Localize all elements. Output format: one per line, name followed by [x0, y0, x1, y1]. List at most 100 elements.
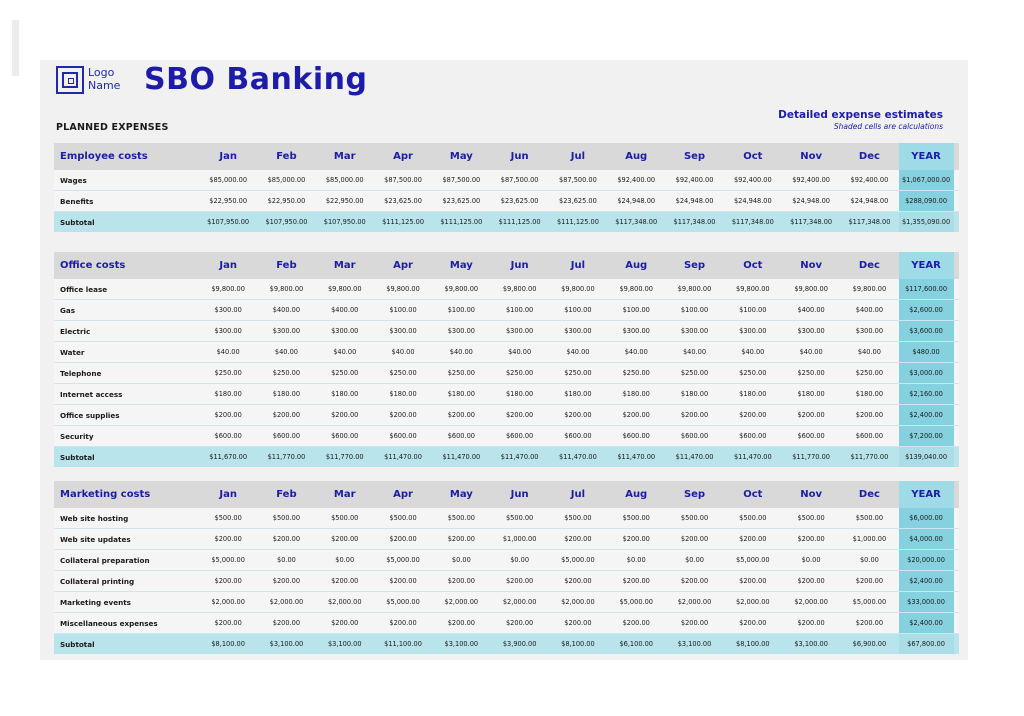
value-cell: $0.00 — [451, 556, 471, 564]
table-row: Collateral preparation $5,000.00 $0.00 $0.0… — [54, 550, 959, 571]
value-cell: $200.00 — [389, 411, 417, 419]
section-title: Employee costs — [60, 151, 148, 162]
value-cell: $87,500.00 — [559, 176, 597, 184]
value-cell: $200.00 — [739, 577, 767, 585]
value-cell: $2,000.00 — [211, 598, 245, 606]
value-cell: $9,800.00 — [736, 285, 770, 293]
value-cell: $250.00 — [680, 369, 709, 377]
value-cell: $180.00 — [622, 390, 650, 398]
value-cell: $200.00 — [331, 535, 359, 543]
value-cell: $100.00 — [680, 306, 709, 314]
value-cell: $200.00 — [564, 535, 592, 543]
value-cell: $180.00 — [389, 390, 417, 398]
value-cell: $200.00 — [389, 535, 417, 543]
value-cell: $400.00 — [855, 306, 884, 314]
value-cell: $85,000.00 — [325, 176, 364, 184]
value-cell: $11,100.00 — [384, 640, 422, 648]
year-total-cell: $117,600.00 — [898, 279, 954, 299]
year-column-header: YEAR — [898, 143, 954, 170]
row-label: Water — [60, 347, 85, 357]
value-cell: $180.00 — [331, 390, 359, 398]
expense-section: Marketing costs Jan Feb Mar Apr May Jun Jul Aug S… — [54, 481, 959, 654]
value-cell: $23,625.00 — [500, 197, 539, 205]
header: Logo Name SBO Banking — [56, 62, 956, 104]
month-header: Jun — [510, 489, 529, 500]
value-cell: $250.00 — [622, 369, 650, 377]
value-cell: $11,670.00 — [209, 453, 248, 461]
value-cell: $400.00 — [797, 306, 825, 314]
value-cell: $600.00 — [447, 432, 475, 440]
value-cell: $24,948.00 — [850, 197, 889, 205]
value-cell: $200.00 — [389, 619, 417, 627]
value-cell: $23,625.00 — [559, 197, 597, 205]
value-cell: $0.00 — [335, 556, 355, 564]
year-total-cell: $2,160.00 — [898, 384, 954, 404]
value-cell: $300.00 — [505, 327, 534, 335]
value-cell: $40.00 — [333, 348, 357, 356]
section-header-row: Employee costs Jan Feb Mar Apr May Jun Jul Aug Se… — [54, 143, 959, 170]
value-cell: $200.00 — [622, 619, 650, 627]
month-header: Oct — [743, 260, 763, 271]
table-row: Web site updates $200.00 $200.00 $200.00 $20… — [54, 529, 959, 550]
value-cell: $5,000.00 — [211, 556, 245, 564]
month-header: Jun — [510, 260, 529, 271]
value-cell: $0.00 — [859, 556, 879, 564]
value-cell: $200.00 — [739, 535, 767, 543]
value-cell: $11,770.00 — [267, 453, 306, 461]
value-cell: $200.00 — [680, 619, 709, 627]
month-header: Jul — [570, 489, 586, 500]
value-cell: $9,800.00 — [852, 285, 887, 293]
value-cell: $400.00 — [331, 306, 359, 314]
table-row: Marketing events $2,000.00 $2,000.00 $2,000… — [54, 592, 959, 613]
value-cell: $40.00 — [274, 348, 298, 356]
value-cell: $2,000.00 — [502, 598, 537, 606]
value-cell: $200.00 — [505, 577, 534, 585]
year-total-cell: $3,600.00 — [898, 321, 954, 341]
value-cell: $40.00 — [449, 348, 473, 356]
table-row: Office lease $9,800.00 $9,800.00 $9,800.00 $… — [54, 279, 959, 300]
value-cell: $9,800.00 — [502, 285, 537, 293]
value-cell: $180.00 — [739, 390, 767, 398]
value-cell: $24,948.00 — [675, 197, 714, 205]
month-header: Apr — [393, 151, 413, 162]
value-cell: $117,348.00 — [615, 218, 658, 226]
month-header: Dec — [858, 151, 880, 162]
month-header: Sep — [683, 260, 706, 271]
table-row: Telephone $250.00 $250.00 $250.00 $250.00 $25… — [54, 363, 959, 384]
value-cell: $300.00 — [389, 327, 417, 335]
value-cell: $40.00 — [216, 348, 240, 356]
value-cell: $200.00 — [505, 619, 534, 627]
value-cell: $1,000.00 — [852, 535, 887, 543]
value-cell: $250.00 — [855, 369, 884, 377]
value-cell: $11,770.00 — [325, 453, 364, 461]
value-cell: $11,770.00 — [792, 453, 830, 461]
value-cell: $250.00 — [389, 369, 417, 377]
year-total-cell: $20,000.00 — [898, 550, 954, 570]
value-cell: $2,000.00 — [736, 598, 770, 606]
value-cell: $600.00 — [505, 432, 534, 440]
value-cell: $200.00 — [331, 577, 359, 585]
table-row: Miscellaneous expenses $200.00 $200.00 $200… — [54, 613, 959, 634]
value-cell: $9,800.00 — [386, 285, 420, 293]
value-cell: $92,400.00 — [792, 176, 830, 184]
value-cell: $0.00 — [510, 556, 530, 564]
value-cell: $200.00 — [680, 411, 709, 419]
value-cell: $300.00 — [331, 327, 359, 335]
value-cell: $24,948.00 — [733, 197, 772, 205]
value-cell: $111,125.00 — [382, 218, 425, 226]
month-header: Feb — [276, 151, 297, 162]
row-label: Subtotal — [60, 452, 95, 462]
value-cell: $500.00 — [622, 514, 650, 522]
detail-note: Detailed expense estimates Shaded cells … — [778, 109, 943, 131]
value-cell: $9,800.00 — [444, 285, 479, 293]
value-cell: $600.00 — [272, 432, 301, 440]
section-header-row: Marketing costs Jan Feb Mar Apr May Jun Jul Aug S… — [54, 481, 959, 508]
value-cell: $2,000.00 — [677, 598, 712, 606]
value-cell: $600.00 — [564, 432, 592, 440]
subtotal-row: Subtotal $8,100.00 $3,100.00 $3,100.00 $11,1… — [54, 634, 959, 654]
value-cell: $300.00 — [739, 327, 767, 335]
table-row: Wages $85,000.00 $85,000.00 $85,000.00 $87,5… — [54, 170, 959, 191]
value-cell: $200.00 — [797, 577, 825, 585]
value-cell: $11,770.00 — [850, 453, 889, 461]
value-cell: $600.00 — [855, 432, 884, 440]
